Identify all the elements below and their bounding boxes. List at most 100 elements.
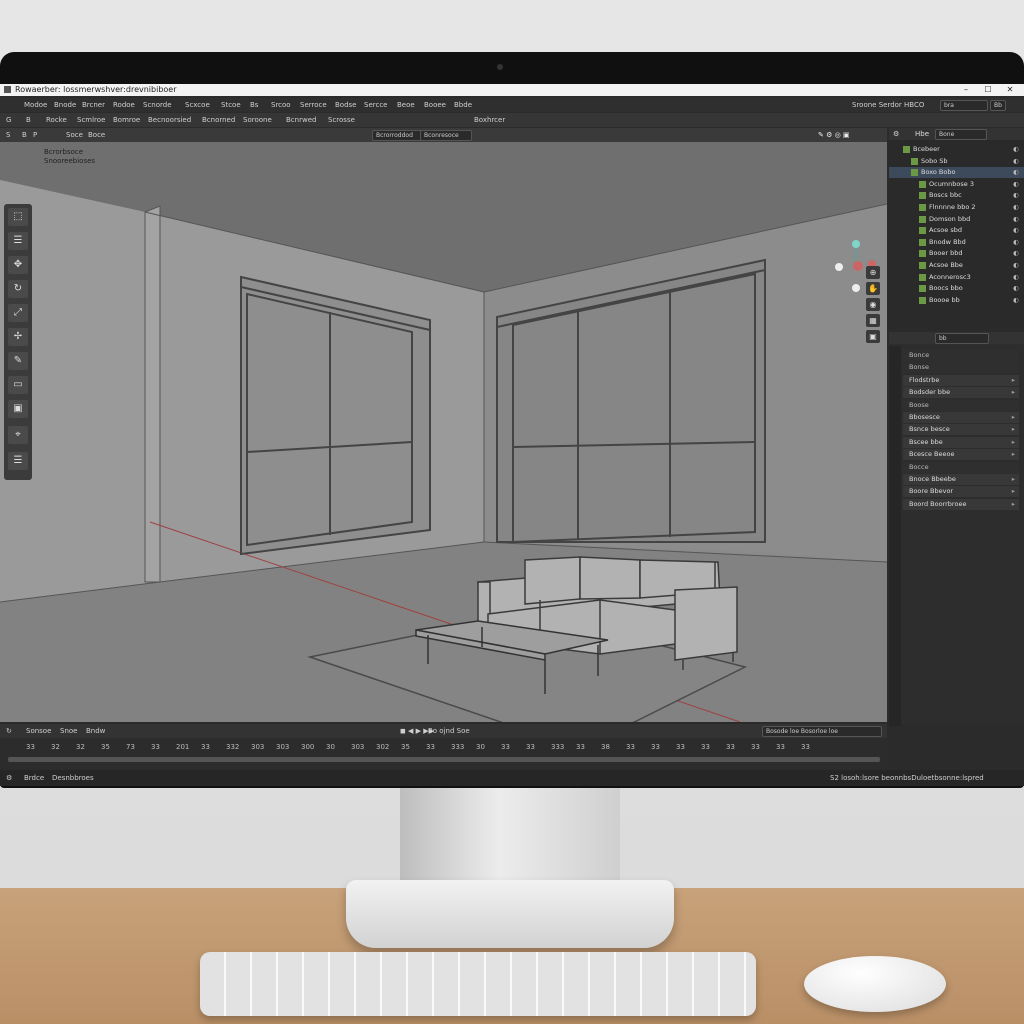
visibility-icon[interactable]: ◐	[1013, 248, 1019, 259]
viewport-tool-icon[interactable]: ✎ ⚙ ◎ ▣	[818, 128, 850, 142]
grid-icon[interactable]: ▦	[866, 314, 880, 327]
scale-icon[interactable]: ⤢	[8, 304, 28, 322]
expand-arrow-icon[interactable]: ▸	[1012, 486, 1015, 497]
property-row[interactable]: Bscee bbe ▸	[903, 436, 1019, 448]
property-row[interactable]: Bodsder bbe ▸	[903, 387, 1019, 399]
outliner-row[interactable]: Boscs bbc ◐	[889, 190, 1024, 201]
viewport-icon-p[interactable]: P	[33, 128, 37, 142]
visibility-icon[interactable]: ◐	[1013, 237, 1019, 248]
viewport-icon-b[interactable]: B	[22, 128, 27, 142]
outliner-search-input[interactable]: Bone	[935, 129, 987, 140]
expand-arrow-icon[interactable]: ▸	[1012, 424, 1015, 435]
menu-item[interactable]: Bs	[250, 98, 258, 112]
expand-arrow-icon[interactable]: ▸	[1012, 375, 1015, 386]
timeline-scrollbar[interactable]	[8, 757, 880, 762]
outliner-row[interactable]: Acsoe Bbe ◐	[889, 260, 1024, 271]
outliner-row[interactable]: Bcebeer ◐	[889, 144, 1024, 155]
properties-tab-strip[interactable]	[889, 346, 901, 726]
toolbar-item[interactable]: Scrosse	[328, 113, 355, 127]
menu-item[interactable]: Srcoo	[271, 98, 291, 112]
menubar-badge[interactable]: Bb	[990, 100, 1006, 111]
expand-arrow-icon[interactable]: ▸	[1012, 412, 1015, 423]
camera-view-icon[interactable]: ◉	[866, 298, 880, 311]
outliner-row[interactable]: Ocumnbose 3 ◐	[889, 179, 1024, 190]
menu-item[interactable]: Sercce	[364, 98, 387, 112]
toolbar-item[interactable]: Rocke	[46, 113, 67, 127]
menubar-search-input[interactable]: bra	[940, 100, 988, 111]
visibility-icon[interactable]: ◐	[1013, 214, 1019, 225]
viewport-chip[interactable]: Bcrorroddod	[372, 130, 424, 141]
rotate-icon[interactable]: ↻	[8, 280, 28, 298]
visibility-icon[interactable]: ◐	[1013, 156, 1019, 167]
viewport-chip[interactable]: Bconresoce	[420, 130, 472, 141]
toolbar-item[interactable]: Boxhrcer	[474, 113, 505, 127]
visibility-icon[interactable]: ◐	[1013, 167, 1019, 178]
properties-search-input[interactable]: bb	[935, 333, 989, 344]
minimize-button[interactable]: –	[955, 84, 977, 96]
menu-item[interactable]: Booee	[424, 98, 446, 112]
menu-item[interactable]: Bnode	[54, 98, 76, 112]
outliner-row[interactable]: Flnnnne bbo 2 ◐	[889, 202, 1024, 213]
toolbar-item[interactable]: Bcnorned	[202, 113, 235, 127]
visibility-icon[interactable]: ◐	[1013, 190, 1019, 201]
visibility-icon[interactable]: ◐	[1013, 225, 1019, 236]
move-icon[interactable]: ✥	[8, 256, 28, 274]
menu-item[interactable]: Scnorde	[143, 98, 172, 112]
outliner-row[interactable]: Boocs bbo ◐	[889, 283, 1024, 294]
hand-icon[interactable]: ✋	[866, 282, 880, 295]
visibility-icon[interactable]: ◐	[1013, 144, 1019, 155]
menu-item[interactable]: Rodoe	[113, 98, 135, 112]
camera-icon[interactable]: ⌖	[8, 426, 28, 444]
zoom-icon[interactable]: ⊕	[866, 266, 880, 279]
toolbar-item[interactable]: Bcnrwed	[286, 113, 316, 127]
measure-icon[interactable]: ▭	[8, 376, 28, 394]
annotate-icon[interactable]: ✎	[8, 352, 28, 370]
toolbar-icon-b[interactable]: B	[26, 113, 31, 127]
expand-arrow-icon[interactable]: ▸	[1012, 474, 1015, 485]
visibility-icon[interactable]: ◐	[1013, 272, 1019, 283]
timeline-right-field[interactable]: Bosode loe Bosorloe loe	[762, 726, 882, 737]
light-icon[interactable]: ☰	[8, 452, 28, 470]
visibility-icon[interactable]: ◐	[1013, 202, 1019, 213]
viewport-icon-s[interactable]: S	[6, 128, 10, 142]
close-button[interactable]: ✕	[999, 84, 1021, 96]
cursor-icon[interactable]: ☰	[8, 232, 28, 250]
property-row[interactable]: Boore Bbevor ▸	[903, 486, 1019, 498]
expand-arrow-icon[interactable]: ▸	[1012, 499, 1015, 510]
outliner-row[interactable]: Aconnerosc3 ◐	[889, 272, 1024, 283]
timeline-menu-item[interactable]: Snoe	[60, 724, 77, 738]
visibility-icon[interactable]: ◐	[1013, 283, 1019, 294]
menu-item[interactable]: Bodse	[335, 98, 356, 112]
expand-arrow-icon[interactable]: ▸	[1012, 437, 1015, 448]
menu-item[interactable]: Bbde	[454, 98, 472, 112]
visibility-icon[interactable]: ◐	[1013, 260, 1019, 271]
menu-item[interactable]: Brcner	[82, 98, 105, 112]
toolbar-item[interactable]: Soroone	[243, 113, 272, 127]
property-row[interactable]: Bsnce besce ▸	[903, 424, 1019, 436]
outliner-row[interactable]: Sobo Sb ◐	[889, 156, 1024, 167]
toolbar-item[interactable]: Scmlroe	[77, 113, 105, 127]
menu-item[interactable]: Stcoe	[221, 98, 241, 112]
expand-arrow-icon[interactable]: ▸	[1012, 387, 1015, 398]
menu-item[interactable]: Serroce	[300, 98, 327, 112]
property-row[interactable]: Bnoce Bbeebe ▸	[903, 474, 1019, 485]
maximize-button[interactable]: ☐	[977, 84, 999, 96]
visibility-icon[interactable]: ◐	[1013, 179, 1019, 190]
property-row[interactable]: Flodstrbe ▸	[903, 374, 1019, 386]
menu-item[interactable]: Beoe	[397, 98, 415, 112]
property-row[interactable]: Bcesce Beeoe ▸	[903, 449, 1019, 461]
property-row[interactable]: Bocce	[903, 461, 1019, 473]
outliner-row[interactable]: Acsoe sbd ◐	[889, 225, 1024, 236]
outliner-row[interactable]: Boooe bb ◐	[889, 295, 1024, 306]
toolbar-icon-g[interactable]: G	[6, 113, 11, 127]
property-row[interactable]: Boose	[903, 399, 1019, 411]
3d-viewport[interactable]: Bcrorbsoce Snooreebioses ⬚ ☰ ✥ ↻ ⤢ ✢ ✎ ▭…	[0, 142, 887, 722]
transform-icon[interactable]: ✢	[8, 328, 28, 346]
property-row[interactable]: Bonse	[903, 362, 1019, 374]
property-row[interactable]: Bbosesce ▸	[903, 412, 1019, 423]
timeline-menu-item[interactable]: Sonsoe	[26, 724, 51, 738]
menu-item[interactable]: Scxcoe	[185, 98, 210, 112]
select-icon[interactable]: ⬚	[8, 208, 28, 226]
outliner-row[interactable]: Boxo Bobo ◐	[889, 167, 1024, 179]
visibility-icon[interactable]: ◐	[1013, 295, 1019, 306]
